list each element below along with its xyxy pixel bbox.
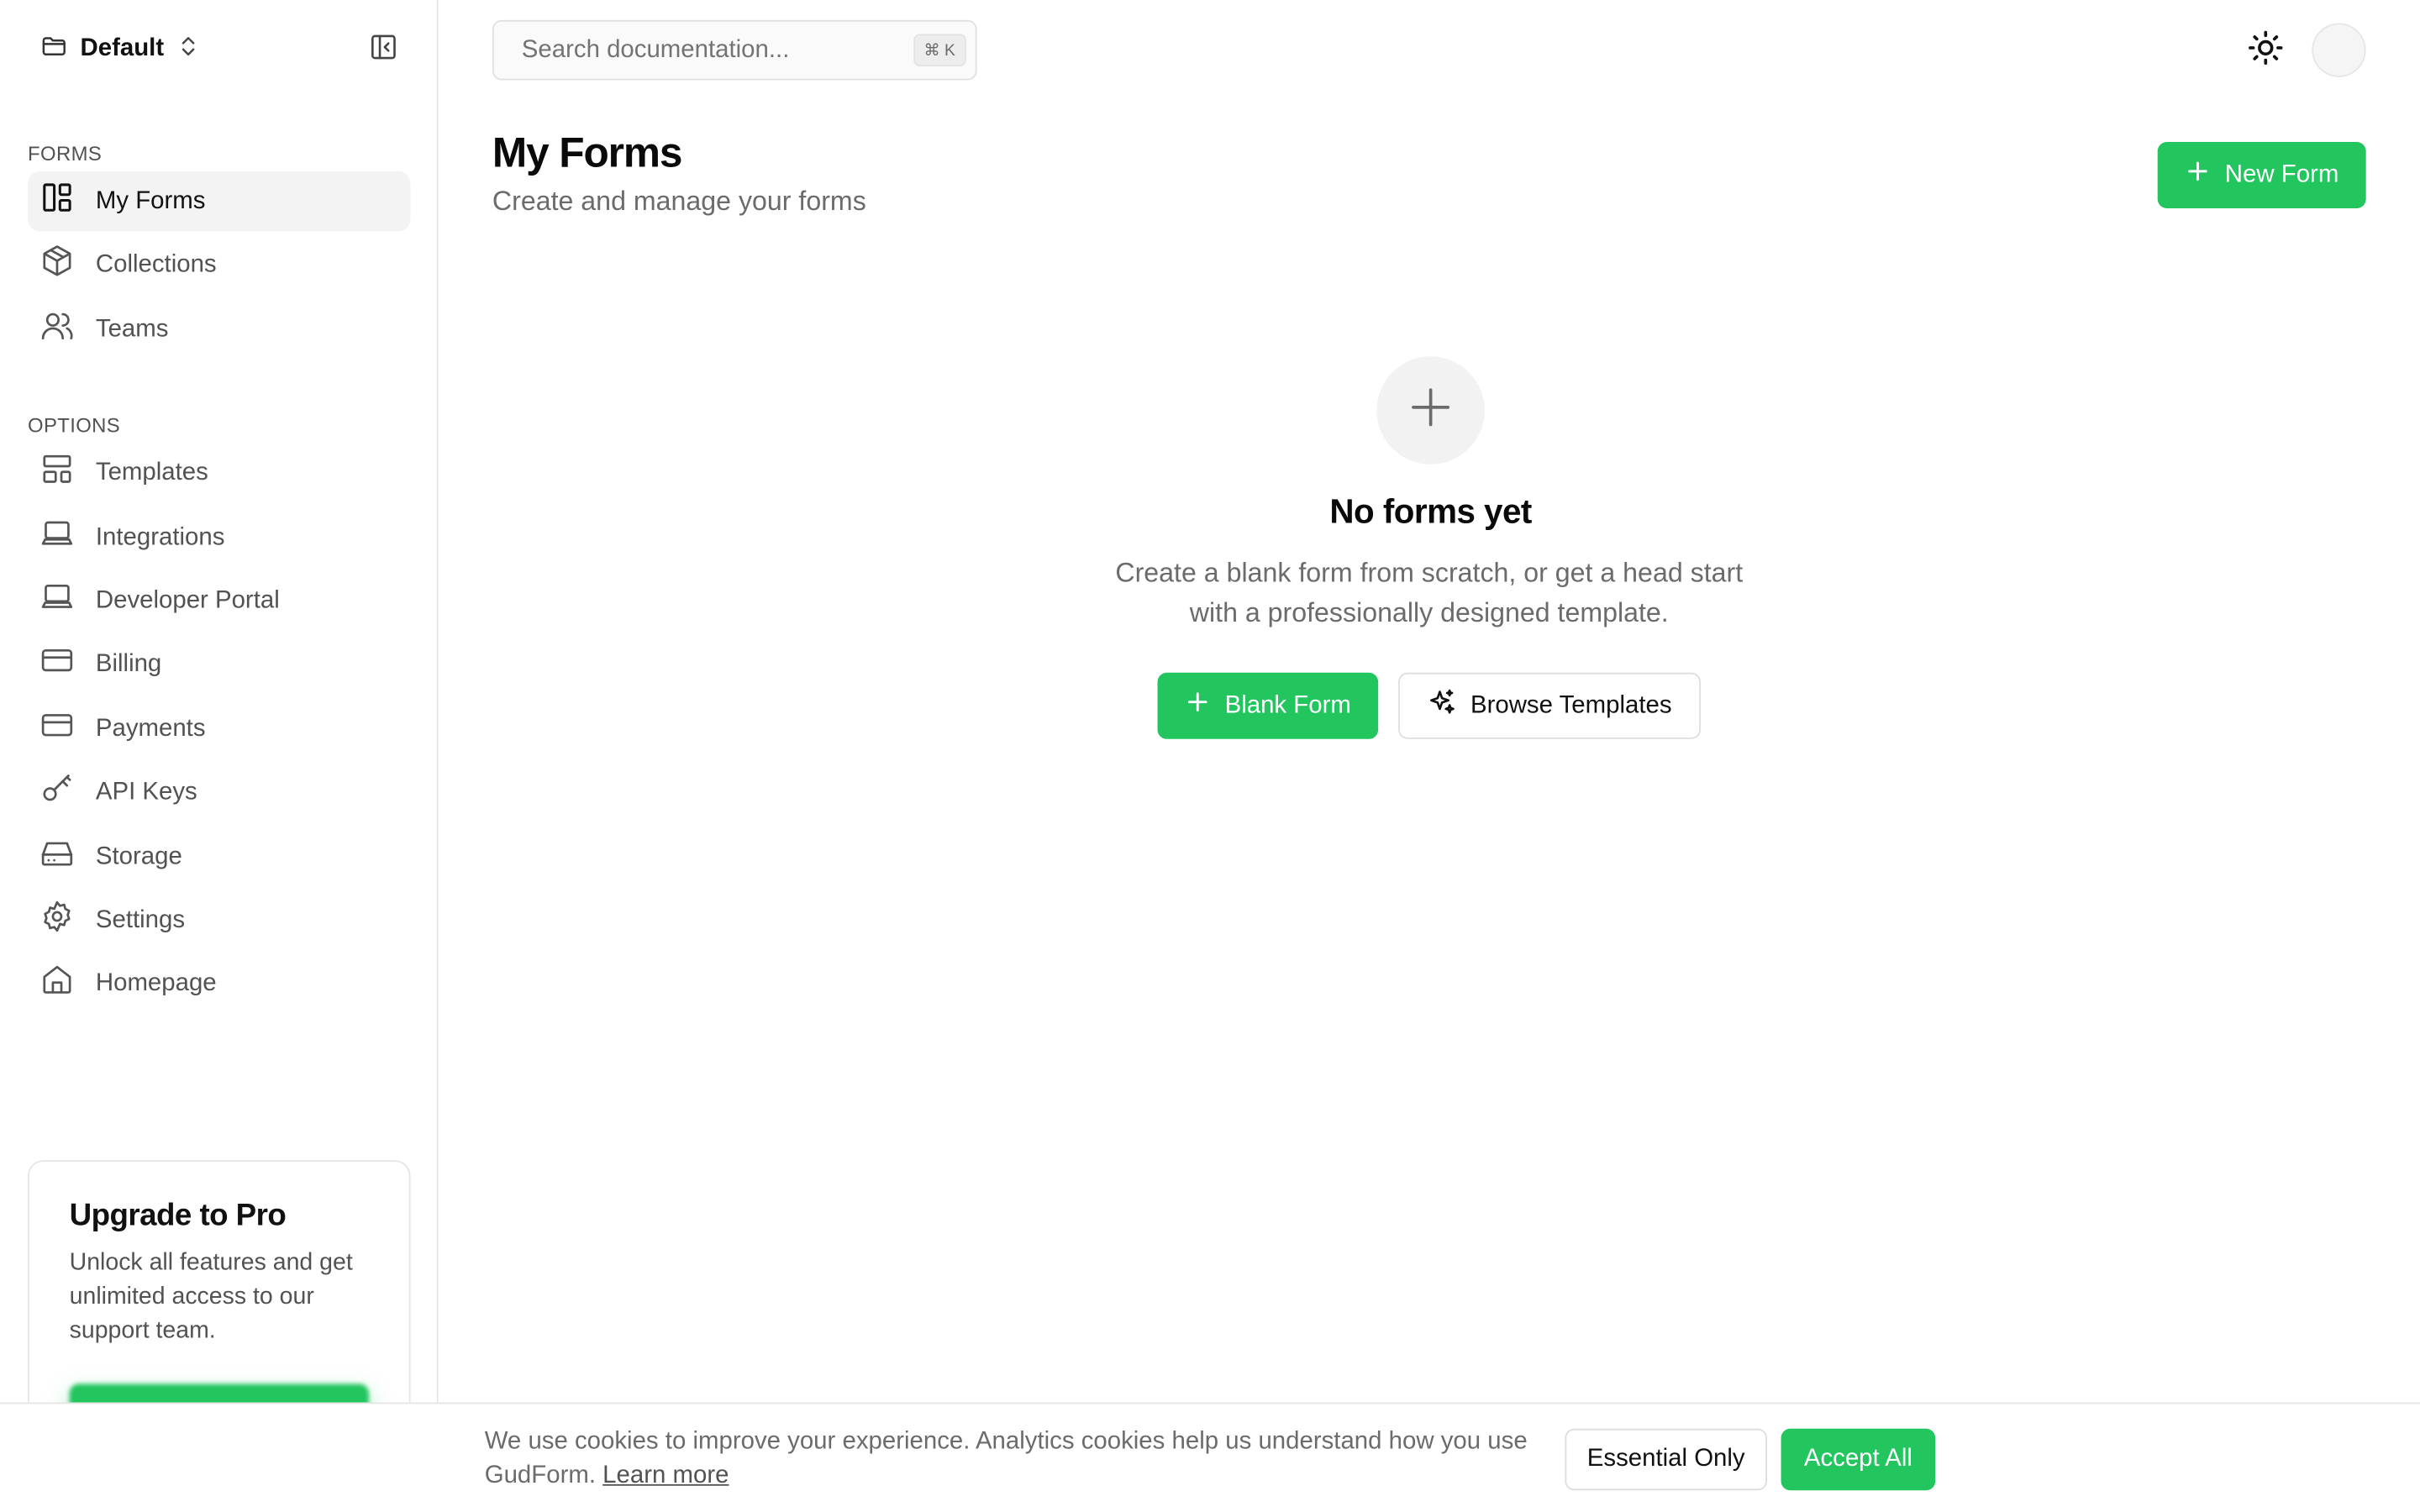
sidebar-item-collections[interactable]: Collections xyxy=(28,234,411,295)
credit-card-icon xyxy=(40,643,74,685)
empty-state-title: No forms yet xyxy=(1329,491,1532,531)
essential-only-button[interactable]: Essential Only xyxy=(1565,1428,1768,1491)
workspace-name: Default xyxy=(80,35,165,62)
sidebar-item-label: My Forms xyxy=(95,187,206,214)
search-box[interactable]: ⌘ K xyxy=(492,19,977,81)
sidebar-item-label: Payments xyxy=(95,715,206,742)
sidebar-item-api-keys[interactable]: API Keys xyxy=(28,762,411,822)
layout-template-icon xyxy=(40,452,74,494)
settings-icon xyxy=(40,900,74,942)
sparkles-icon xyxy=(1428,687,1457,724)
browse-templates-button[interactable]: Browse Templates xyxy=(1398,672,1702,739)
credit-card-icon xyxy=(40,708,74,750)
new-form-label: New Form xyxy=(2224,160,2339,188)
key-icon xyxy=(40,771,74,813)
sidebar-item-my-forms[interactable]: My Forms xyxy=(28,171,411,232)
page-subtitle: Create and manage your forms xyxy=(492,185,866,217)
sidebar-item-payments[interactable]: Payments xyxy=(28,699,411,759)
sidebar-item-label: Collections xyxy=(95,250,217,277)
users-icon xyxy=(40,308,74,350)
section-label-forms: FORMS xyxy=(28,141,103,165)
accept-all-button[interactable]: Accept All xyxy=(1781,1428,1936,1491)
package-icon xyxy=(40,244,74,286)
sidebar-item-templates[interactable]: Templates xyxy=(28,443,411,503)
blank-form-label: Blank Form xyxy=(1224,691,1351,718)
hard-drive-icon xyxy=(40,836,74,878)
layout-dashboard-icon xyxy=(40,181,74,223)
cookie-message: We use cookies to improve your experienc… xyxy=(485,1425,1534,1494)
sidebar-item-label: Homepage xyxy=(95,969,217,996)
chevrons-up-down-icon xyxy=(176,33,201,66)
empty-state-icon xyxy=(1376,356,1485,465)
search-input[interactable] xyxy=(521,36,892,65)
workspace-switcher[interactable]: Default xyxy=(28,28,213,71)
upgrade-text: Unlock all features and get unlimited ac… xyxy=(69,1249,353,1344)
plus-icon xyxy=(2185,159,2209,192)
sidebar-item-settings[interactable]: Settings xyxy=(28,890,411,951)
sidebar-item-storage[interactable]: Storage xyxy=(28,827,411,887)
sidebar-item-label: Templates xyxy=(95,459,208,486)
page-title: My Forms xyxy=(492,129,683,176)
theme-toggle-button[interactable] xyxy=(2238,24,2293,79)
cookie-banner: We use cookies to improve your experienc… xyxy=(0,1402,2420,1512)
sidebar-item-billing[interactable]: Billing xyxy=(28,634,411,695)
blank-form-button[interactable]: Blank Form xyxy=(1157,672,1379,739)
laptop-icon xyxy=(40,517,74,559)
panel-left-close-icon xyxy=(368,33,397,70)
search-shortcut-badge: ⌘ K xyxy=(913,34,966,66)
folder-icon xyxy=(40,32,68,67)
sidebar-item-label: Billing xyxy=(95,650,162,677)
new-form-button[interactable]: New Form xyxy=(2157,141,2366,208)
learn-more-link[interactable]: Learn more xyxy=(602,1462,729,1488)
sidebar-item-developer-portal[interactable]: Developer Portal xyxy=(28,571,411,632)
sidebar-item-label: Storage xyxy=(95,843,182,869)
sun-icon xyxy=(2247,29,2284,73)
empty-state-text: Create a blank form from scratch, or get… xyxy=(1115,557,1744,628)
sidebar-item-label: Integrations xyxy=(95,523,225,550)
home-icon xyxy=(40,963,74,1005)
sidebar-item-label: API Keys xyxy=(95,778,197,805)
sidebar-item-teams[interactable]: Teams xyxy=(28,299,411,360)
sidebar-item-label: Teams xyxy=(95,315,169,342)
sidebar-item-label: Developer Portal xyxy=(95,586,280,614)
sidebar-item-homepage[interactable]: Homepage xyxy=(28,953,411,1014)
avatar[interactable] xyxy=(2312,23,2366,77)
sidebar-item-integrations[interactable]: Integrations xyxy=(28,507,411,568)
plus-icon xyxy=(1407,383,1454,437)
sidebar-item-label: Settings xyxy=(95,906,186,933)
laptop-icon xyxy=(40,580,74,622)
section-label-options: OPTIONS xyxy=(28,413,121,437)
upgrade-title: Upgrade to Pro xyxy=(69,1199,287,1233)
plus-icon xyxy=(1185,690,1209,722)
browse-templates-label: Browse Templates xyxy=(1470,691,1672,718)
collapse-sidebar-button[interactable] xyxy=(361,31,404,71)
sidebar: Default FORMS My Forms Collections Teams… xyxy=(0,0,439,1512)
